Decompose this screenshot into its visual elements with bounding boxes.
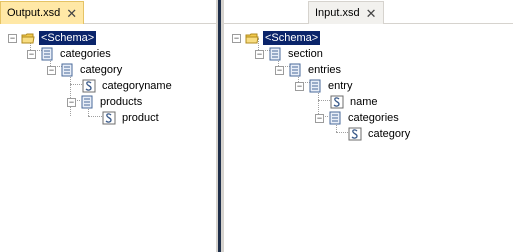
input-tabstrip: Input.xsd ✕ [224,0,513,24]
tab-output-label: Output.xsd [7,7,61,19]
folder-icon [245,33,259,44]
output-tabstrip: Output.xsd ✕ [0,0,216,24]
input-schema-pane: Input.xsd ✕ − <Schema> − section − entri… [224,0,513,252]
collapse-icon[interactable]: − [27,49,36,59]
tree-node-products[interactable]: − products [67,94,144,110]
tree-label-product: product [122,112,159,124]
record-icon [269,47,281,61]
collapse-icon[interactable]: − [315,113,324,123]
collapse-icon[interactable]: − [295,81,304,91]
record-icon [61,63,73,77]
collapse-icon[interactable]: − [47,65,56,75]
tree-node-schema[interactable]: − <Schema> [8,30,97,46]
tree-label-schema: <Schema> [39,31,97,45]
tree-label-categories: categories [60,48,111,60]
tab-input-xsd[interactable]: Input.xsd ✕ [308,1,384,24]
tree-label-categoryname: categoryname [102,80,172,92]
close-icon[interactable]: ✕ [366,7,377,20]
tree-node-categories[interactable]: − categories [315,110,401,126]
tree-node-product[interactable]: product [102,110,161,126]
tree-label-section: section [288,48,323,60]
tree-label-entries: entries [308,64,342,76]
tree-node-name[interactable]: name [330,94,380,110]
field-icon [330,95,344,109]
tree-node-schema[interactable]: − <Schema> [232,30,321,46]
tree-label-category: category [80,64,123,76]
output-schema-pane: Output.xsd ✕ − <Schema> − categories − c… [0,0,216,252]
tab-input-label: Input.xsd [315,7,360,19]
tree-label-entry: entry [328,80,353,92]
record-icon [41,47,53,61]
record-icon [309,79,321,93]
field-icon [348,127,362,141]
collapse-icon[interactable]: − [275,65,284,75]
tree-label-category: category [368,128,411,140]
tree-node-entry[interactable]: − entry [295,78,354,94]
pane-splitter[interactable] [216,0,224,252]
field-icon [82,79,96,93]
tree-node-categoryname[interactable]: categoryname [82,78,174,94]
record-icon [81,95,93,109]
collapse-icon[interactable]: − [255,49,264,59]
record-icon [329,111,341,125]
tree-label-products: products [100,96,143,108]
tree-node-category[interactable]: category [348,126,412,142]
tree-label-categories: categories [348,112,399,124]
collapse-icon[interactable]: − [232,33,241,43]
close-icon[interactable]: ✕ [66,7,77,20]
record-icon [289,63,301,77]
field-icon [102,111,116,125]
output-schema-tree: − <Schema> − categories − category categ… [0,24,216,252]
tree-label-schema: <Schema> [263,31,321,45]
tree-node-categories[interactable]: − categories [27,46,113,62]
tab-output-xsd[interactable]: Output.xsd ✕ [0,1,85,24]
tree-node-section[interactable]: − section [255,46,325,62]
tree-label-name: name [350,96,378,108]
input-schema-tree: − <Schema> − section − entries − entry n… [224,24,513,252]
collapse-icon[interactable]: − [8,33,17,43]
collapse-icon[interactable]: − [67,97,76,107]
tree-node-category[interactable]: − category [47,62,124,78]
folder-icon [21,33,35,44]
tree-node-entries[interactable]: − entries [275,62,343,78]
